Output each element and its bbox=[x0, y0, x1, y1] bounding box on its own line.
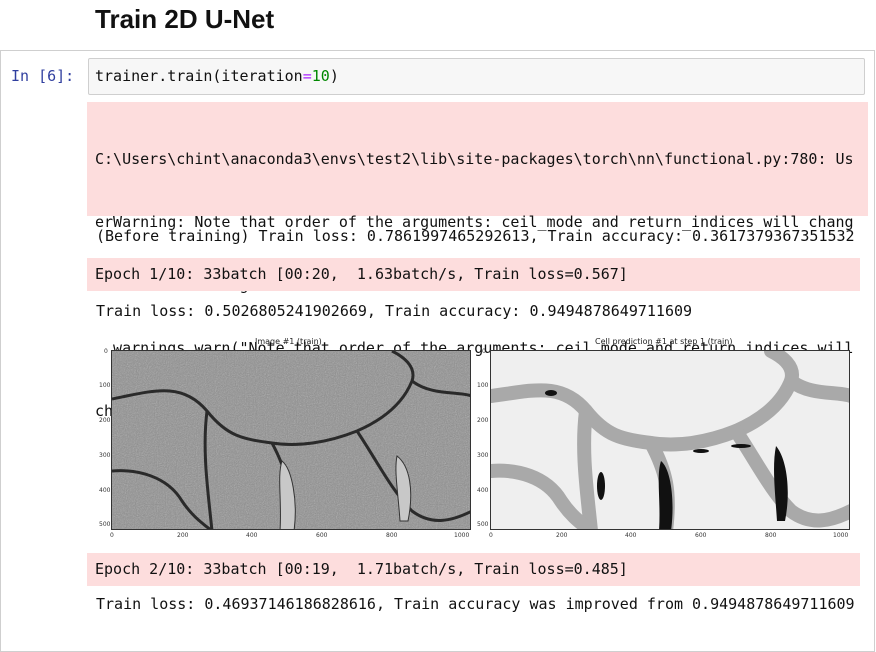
left-image-axes bbox=[111, 350, 471, 530]
code-operator: = bbox=[302, 67, 312, 85]
input-prompt: In [6]: bbox=[11, 67, 75, 85]
left-ytick: 300 bbox=[99, 452, 111, 459]
right-xtick: 800 bbox=[765, 532, 777, 539]
prediction-image bbox=[491, 351, 849, 529]
left-xtick: 0 bbox=[110, 532, 114, 539]
code-number: 10 bbox=[311, 67, 330, 85]
epoch-1-progress: Epoch 1/10: 33batch [00:20, 1.63batch/s,… bbox=[87, 258, 860, 291]
epoch-2-progress: Epoch 2/10: 33batch [00:19, 1.71batch/s,… bbox=[87, 553, 860, 586]
right-xtick: 0 bbox=[489, 532, 493, 539]
right-ytick: 200 bbox=[477, 417, 489, 424]
left-ytick: 0 bbox=[104, 348, 108, 355]
right-ytick: 100 bbox=[477, 382, 489, 389]
left-plot-title: Image #1 (train) bbox=[255, 337, 322, 346]
right-xtick: 200 bbox=[556, 532, 568, 539]
right-ytick: 300 bbox=[477, 452, 489, 459]
right-xtick: 600 bbox=[695, 532, 707, 539]
micrograph-image bbox=[112, 351, 470, 529]
right-ytick: 0 bbox=[482, 348, 486, 355]
code-prefix: trainer.train(iteration bbox=[95, 67, 303, 85]
right-prediction-axes bbox=[490, 350, 850, 530]
right-ytick: 400 bbox=[477, 487, 489, 494]
left-ytick: 200 bbox=[99, 417, 111, 424]
right-ytick: 500 bbox=[477, 521, 489, 528]
left-xtick: 1000 bbox=[454, 532, 470, 539]
left-xtick: 800 bbox=[386, 532, 398, 539]
training-figure: Image #1 (train) Cell prediction #1 at s… bbox=[95, 336, 860, 546]
code-input-area[interactable]: trainer.train(iteration=10) bbox=[88, 58, 865, 95]
left-ytick: 500 bbox=[99, 521, 111, 528]
epoch-1-result: Train loss: 0.5026805241902669, Train ac… bbox=[96, 302, 693, 320]
stderr-line: C:\Users\chint\anaconda3\envs\test2\lib\… bbox=[95, 150, 854, 168]
stderr-output: C:\Users\chint\anaconda3\envs\test2\lib\… bbox=[87, 102, 868, 420]
code-line: trainer.train(iteration=10) bbox=[95, 67, 339, 85]
code-suffix: ) bbox=[329, 67, 339, 85]
left-ytick: 400 bbox=[99, 487, 111, 494]
right-xtick: 400 bbox=[625, 532, 637, 539]
left-xtick: 200 bbox=[177, 532, 189, 539]
right-xtick: 1000 bbox=[833, 532, 849, 539]
left-xtick: 400 bbox=[246, 532, 258, 539]
left-ytick: 100 bbox=[99, 382, 111, 389]
left-xtick: 600 bbox=[316, 532, 328, 539]
notebook-heading: Train 2D U-Net bbox=[95, 4, 275, 34]
before-training-output: (Before training) Train loss: 0.78619974… bbox=[96, 227, 855, 245]
right-plot-title: Cell prediction #1 at step 1 (train) bbox=[595, 337, 733, 346]
